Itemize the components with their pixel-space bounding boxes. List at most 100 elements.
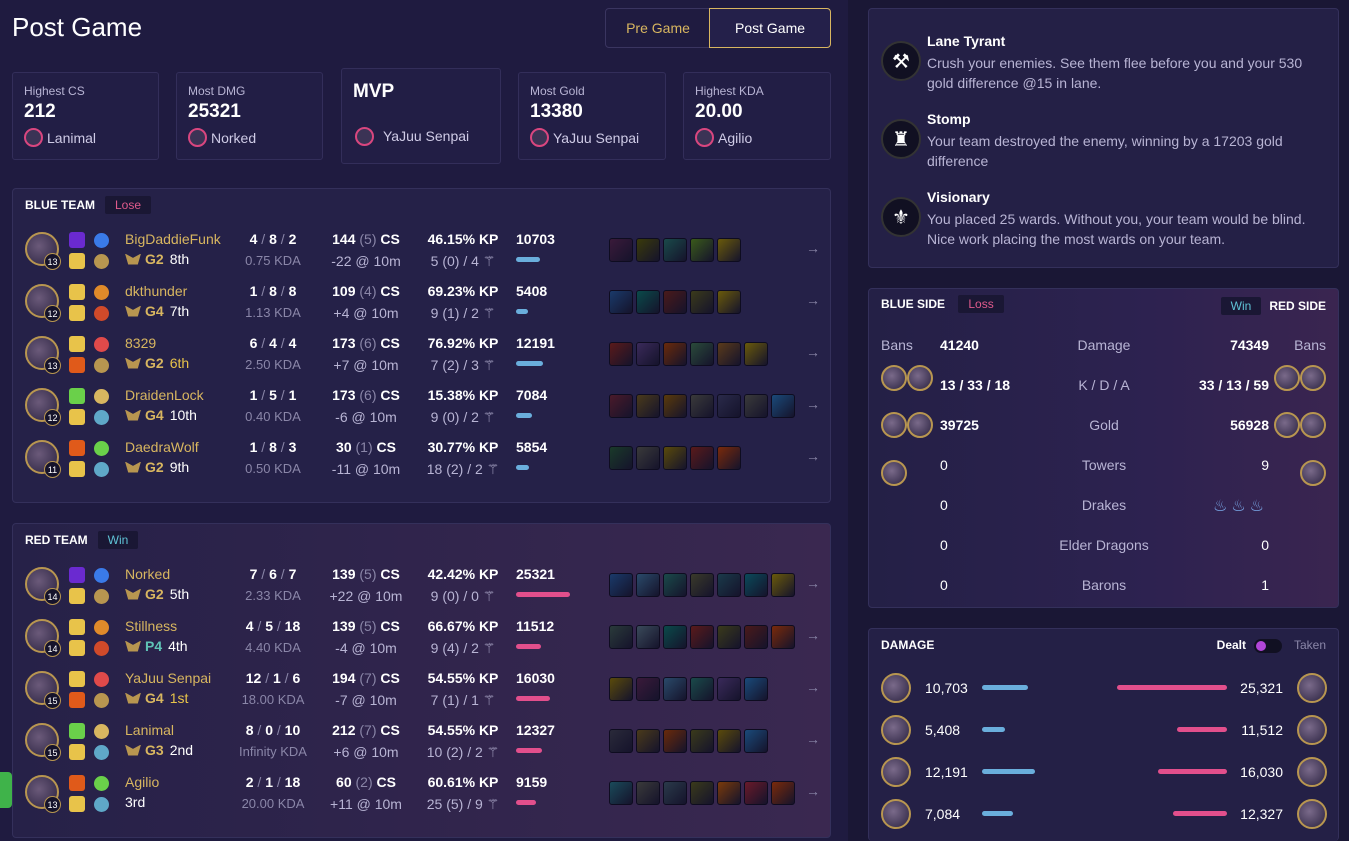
item-icon[interactable] [609,573,633,597]
tab-post-game[interactable]: Post Game [709,8,831,48]
item-icon[interactable] [636,625,660,649]
stat-player-name[interactable]: YaJuu Senpai [383,128,469,144]
player-row[interactable]: 12 dkthunder G4 7th 1 / 8 / 8 1.13 KDA 109 (4)… [13,275,832,327]
item-icon[interactable] [663,342,687,366]
item-icon[interactable] [663,238,687,262]
item-icon[interactable] [744,729,768,753]
item-icon[interactable] [609,625,633,649]
item-icon[interactable] [690,394,714,418]
item-icon[interactable] [717,781,741,805]
player-name[interactable]: Stillness [125,618,177,634]
player-row[interactable]: 13 Agilio 3rd 2 / 1 / 18 20.00 KDA 60 (2) CS +… [13,766,832,818]
player-name[interactable]: 8329 [125,335,156,351]
item-icon[interactable] [609,342,633,366]
player-row[interactable]: 14 Stillness P4 4th 4 / 5 / 18 4.40 KDA 139 (5… [13,610,832,662]
item-icon[interactable] [717,446,741,470]
expand-arrow-icon[interactable]: → [806,292,820,308]
item-icon[interactable] [690,342,714,366]
player-row[interactable]: 11 DaedraWolf G2 9th 1 / 8 / 3 0.50 KDA 30 (1)… [13,431,832,483]
item-icon[interactable] [690,573,714,597]
tab-pre-game[interactable]: Pre Game [606,9,710,47]
expand-arrow-icon[interactable]: → [806,627,820,643]
item-icon[interactable] [744,573,768,597]
dealt-taken-toggle[interactable] [1254,639,1282,653]
item-icon[interactable] [717,290,741,314]
item-icon[interactable] [609,238,633,262]
item-icon[interactable] [690,729,714,753]
player-name[interactable]: BigDaddieFunk [125,231,221,247]
item-icon[interactable] [636,781,660,805]
item-icon[interactable] [771,573,795,597]
item-icon[interactable] [663,446,687,470]
expand-arrow-icon[interactable]: → [806,731,820,747]
player-row[interactable]: 12 DraidenLock G4 10th 1 / 5 / 1 0.40 KDA 173 … [13,379,832,431]
player-row[interactable]: 15 Lanimal G3 2nd 8 / 0 / 10 Infinity KDA 212 … [13,714,832,766]
item-icon[interactable] [663,729,687,753]
expand-arrow-icon[interactable]: → [806,240,820,256]
item-icon[interactable] [717,573,741,597]
item-icon[interactable] [636,729,660,753]
item-icon[interactable] [744,394,768,418]
item-icon[interactable] [744,625,768,649]
item-icon[interactable] [771,625,795,649]
item-icon[interactable] [636,677,660,701]
player-row[interactable]: 13 BigDaddieFunk G2 8th 4 / 8 / 2 0.75 KDA 144… [13,223,832,275]
expand-arrow-icon[interactable]: → [806,448,820,464]
item-icon[interactable] [636,573,660,597]
item-icon[interactable] [609,677,633,701]
item-icon[interactable] [690,290,714,314]
item-icon[interactable] [690,238,714,262]
item-icon[interactable] [636,342,660,366]
stat-player-name[interactable]: YaJuu Senpai [553,130,639,146]
stat-player-name[interactable]: Agilio [718,130,752,146]
expand-arrow-icon[interactable]: → [806,679,820,695]
item-icon[interactable] [717,677,741,701]
player-name[interactable]: YaJuu Senpai [125,670,211,686]
item-icon[interactable] [663,290,687,314]
player-name[interactable]: Agilio [125,774,159,790]
expand-arrow-icon[interactable]: → [806,344,820,360]
item-icon[interactable] [636,446,660,470]
item-icon[interactable] [663,394,687,418]
item-icon[interactable] [744,781,768,805]
item-icon[interactable] [636,290,660,314]
item-icon[interactable] [663,625,687,649]
item-icon[interactable] [744,677,768,701]
item-icon[interactable] [690,446,714,470]
item-icon[interactable] [717,729,741,753]
side-feedback-tab[interactable] [0,772,12,808]
item-icon[interactable] [717,238,741,262]
player-name[interactable]: dkthunder [125,283,187,299]
item-icon[interactable] [636,238,660,262]
stat-player-name[interactable]: Norked [211,130,256,146]
item-icon[interactable] [744,342,768,366]
player-row[interactable]: 15 YaJuu Senpai G4 1st 12 / 1 / 6 18.00 KDA 19… [13,662,832,714]
item-icon[interactable] [609,290,633,314]
player-name[interactable]: Norked [125,566,170,582]
item-icon[interactable] [717,342,741,366]
expand-arrow-icon[interactable]: → [806,783,820,799]
item-icon[interactable] [609,446,633,470]
expand-arrow-icon[interactable]: → [806,575,820,591]
item-icon[interactable] [663,781,687,805]
player-name[interactable]: DraidenLock [125,387,204,403]
item-icon[interactable] [609,394,633,418]
item-icon[interactable] [690,677,714,701]
player-name[interactable]: Lanimal [125,722,174,738]
item-icon[interactable] [636,394,660,418]
player-row[interactable]: 14 Norked G2 5th 7 / 6 / 7 2.33 KDA 139 (5) CS… [13,558,832,610]
expand-arrow-icon[interactable]: → [806,396,820,412]
player-name[interactable]: DaedraWolf [125,439,199,455]
item-icon[interactable] [690,625,714,649]
item-icon[interactable] [717,394,741,418]
item-icon[interactable] [690,781,714,805]
item-icon[interactable] [609,729,633,753]
item-icon[interactable] [771,394,795,418]
item-icon[interactable] [663,677,687,701]
item-icon[interactable] [609,781,633,805]
item-icon[interactable] [717,625,741,649]
stat-player-name[interactable]: Lanimal [47,130,96,146]
player-row[interactable]: 13 8329 G2 6th 6 / 4 / 4 2.50 KDA 173 (6) CS +7… [13,327,832,379]
item-icon[interactable] [771,781,795,805]
item-icon[interactable] [663,573,687,597]
